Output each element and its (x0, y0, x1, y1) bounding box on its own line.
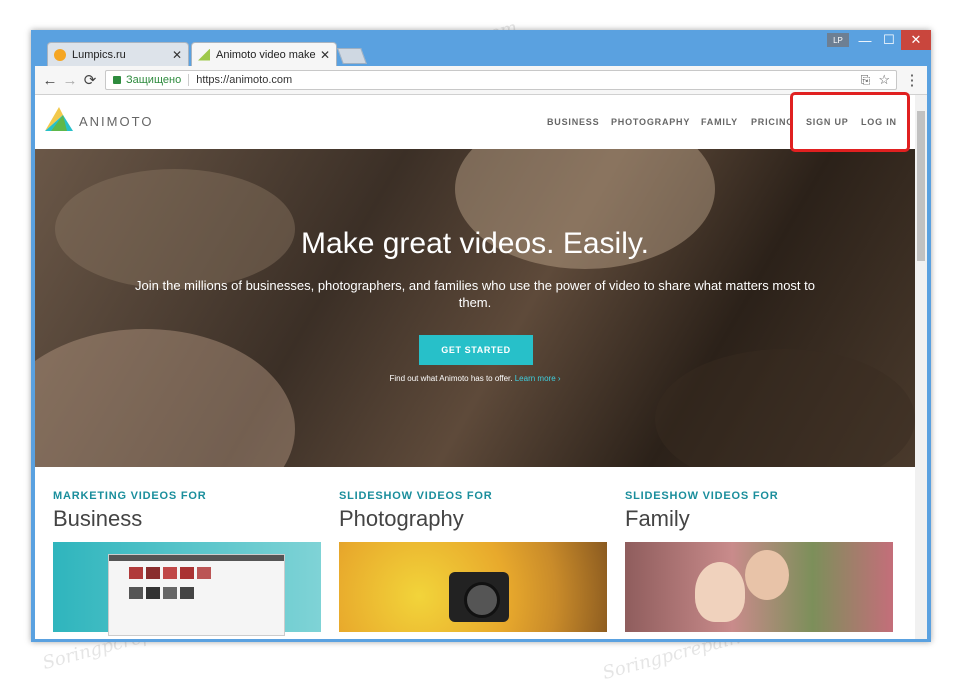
bookmark-star-icon[interactable]: ☆ (878, 72, 890, 88)
secure-label: Защищено (126, 74, 182, 86)
family-column: SLIDESHOW VIDEOS FOR Family (625, 490, 893, 632)
hero-title: Make great videos. Easily. (301, 227, 649, 260)
business-thumbnail[interactable] (53, 542, 321, 636)
url-text: https://animoto.com (196, 74, 293, 86)
animoto-favicon-icon (198, 48, 210, 61)
lock-icon (113, 76, 121, 84)
minimize-button[interactable]: — (853, 30, 877, 50)
translate-icon[interactable]: ⎘ (861, 73, 871, 88)
reload-icon[interactable]: ⟳ (81, 71, 99, 89)
forward-icon[interactable]: → (61, 71, 79, 89)
page-viewport: ANIMOTO BUSINESS PHOTOGRAPHY FAMILY PRIC… (35, 95, 927, 639)
hero-note-text: Find out what Animoto has to offer. (389, 374, 513, 383)
mother-shape (745, 550, 789, 600)
nav-family[interactable]: FAMILY (701, 117, 738, 127)
new-tab-button[interactable] (337, 48, 367, 64)
nav-pricing[interactable]: PRICING (751, 117, 794, 127)
logo-text[interactable]: ANIMOTO (79, 114, 153, 129)
hero-note: Find out what Animoto has to offer. Lear… (35, 374, 915, 383)
column-kicker: MARKETING VIDEOS FOR (53, 490, 207, 502)
learn-more-link[interactable]: Learn more › (515, 374, 561, 383)
column-kicker: SLIDESHOW VIDEOS FOR (339, 490, 493, 502)
screenshot-mockup (108, 554, 285, 636)
tab-close-icon[interactable]: ✕ (172, 48, 182, 62)
child-shape (695, 562, 745, 622)
camera-lens-shape (464, 582, 500, 618)
signup-login-highlight (790, 92, 910, 152)
scrollbar-thumb[interactable] (917, 111, 925, 261)
tab-animoto[interactable]: Animoto video maker - S ✕ (191, 42, 337, 66)
nav-business[interactable]: BUSINESS (547, 117, 599, 127)
column-heading[interactable]: Photography (339, 506, 607, 532)
close-window-button[interactable]: ✕ (901, 30, 931, 50)
title-bar: Lumpics.ru ✕ Animoto video maker - S ✕ L… (31, 30, 931, 66)
separator (188, 74, 190, 86)
family-thumbnail[interactable] (625, 542, 893, 632)
photography-column: SLIDESHOW VIDEOS FOR Photography (339, 490, 607, 632)
browser-toolbar: ← → ⟳ Защищено https://animoto.com ⎘ ☆ ⋮ (35, 66, 927, 95)
tab-title: Lumpics.ru (72, 48, 126, 61)
tab-close-icon[interactable]: ✕ (320, 48, 330, 62)
hero-banner: Make great videos. Easily. Join the mill… (35, 149, 915, 467)
tab-lumpics[interactable]: Lumpics.ru ✕ (47, 42, 189, 66)
hero-image-shape (35, 329, 295, 467)
maximize-button[interactable]: ☐ (877, 30, 901, 50)
menu-icon[interactable]: ⋮ (903, 71, 921, 89)
animoto-logo-icon[interactable] (45, 107, 73, 131)
address-bar[interactable]: Защищено https://animoto.com ⎘ ☆ (105, 70, 897, 90)
get-started-button[interactable]: GET STARTED (419, 335, 533, 365)
column-kicker: SLIDESHOW VIDEOS FOR (625, 490, 779, 502)
photography-thumbnail[interactable] (339, 542, 607, 632)
column-heading[interactable]: Family (625, 506, 893, 532)
hero-subtitle: Join the millions of businesses, photogr… (135, 278, 815, 310)
nav-photography[interactable]: PHOTOGRAPHY (611, 117, 690, 127)
back-icon[interactable]: ← (41, 71, 59, 89)
site-header: ANIMOTO BUSINESS PHOTOGRAPHY FAMILY PRIC… (35, 95, 915, 148)
tab-title: Animoto video maker - S (216, 48, 316, 61)
business-column: MARKETING VIDEOS FOR Business (53, 490, 321, 636)
hero-image-shape (655, 349, 915, 467)
profile-badge[interactable]: LP (827, 33, 849, 47)
lumpics-favicon-icon (54, 48, 66, 61)
column-heading[interactable]: Business (53, 506, 321, 532)
